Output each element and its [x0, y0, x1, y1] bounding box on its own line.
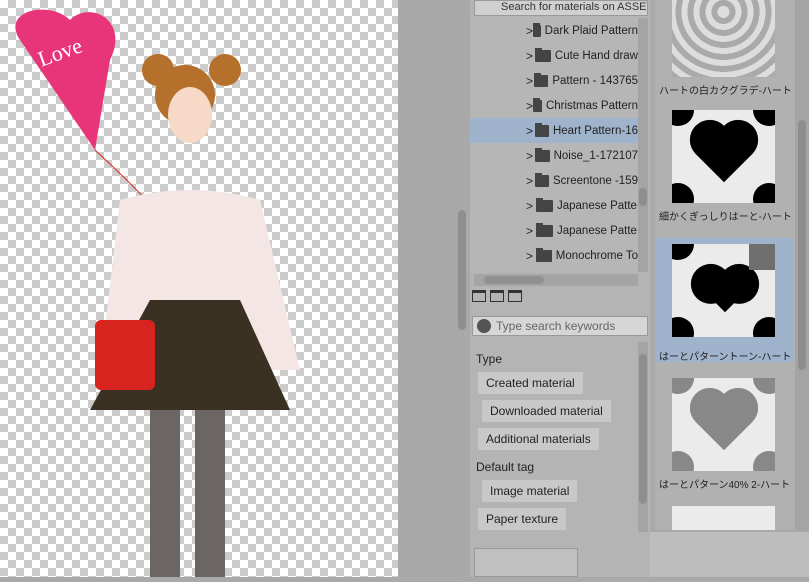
- material-thumbnail: [672, 110, 775, 203]
- material-panel: Search for materials on ASSETS > Dark Pla…: [470, 0, 650, 577]
- chevron-right-icon[interactable]: >: [526, 24, 533, 38]
- search-icon: [477, 319, 491, 333]
- folder-icon: [535, 47, 551, 62]
- chevron-right-icon[interactable]: >: [526, 149, 535, 163]
- tag-button[interactable]: Downloaded material: [482, 400, 611, 422]
- chevron-right-icon[interactable]: >: [526, 199, 536, 213]
- material-item[interactable]: [655, 506, 793, 530]
- folder-icon: [536, 197, 553, 212]
- material-thumbnail: [672, 378, 775, 471]
- chevron-right-icon[interactable]: >: [526, 249, 536, 263]
- material-caption: はーとパターン40% 2-ハートのトーン: [659, 480, 791, 491]
- tree-item[interactable]: > Japanese Patte: [470, 218, 638, 243]
- delete-folder-icon[interactable]: [490, 290, 504, 302]
- folder-icon: [534, 72, 549, 87]
- material-item[interactable]: 細かくぎっしりはーと-ハートのトーン: [655, 110, 793, 234]
- folder-icon: [533, 22, 541, 37]
- panel-footer: [650, 532, 809, 577]
- preview-box: [474, 548, 578, 577]
- chevron-right-icon[interactable]: >: [526, 99, 533, 113]
- drawing-canvas[interactable]: Love: [0, 0, 398, 577]
- tree-item[interactable]: > Pattern - 143765: [470, 68, 638, 93]
- material-search-bar[interactable]: Search for materials on ASSETS: [474, 0, 648, 16]
- chevron-right-icon[interactable]: >: [526, 224, 536, 238]
- edit-folder-icon[interactable]: [508, 290, 522, 302]
- folder-icon: [535, 247, 552, 262]
- material-thumbnail: [672, 244, 775, 337]
- folder-icon: [536, 222, 553, 237]
- material-thumbnail: [672, 0, 775, 77]
- tree-item[interactable]: > Cute Hand draw: [470, 43, 638, 68]
- tree-vertical-scrollbar[interactable]: [638, 18, 648, 272]
- tree-item[interactable]: > Japanese Patte: [470, 193, 638, 218]
- material-item[interactable]: はーとパターン40% 2-ハートのトーン: [655, 378, 793, 502]
- folder-icon: [534, 172, 549, 187]
- material-caption: ハートの白カクグラデ-ハートのトーン: [659, 86, 791, 97]
- tree-item[interactable]: > Christmas Pattern: [470, 93, 638, 118]
- material-caption: 細かくぎっしりはーと-ハートのトーン: [659, 212, 791, 223]
- material-caption: はーとパターントーン-ハートのトーン: [659, 352, 791, 363]
- material-thumbnail-list: ハートの白カクグラデ-ハートのトーン 細かくぎっしりはーと-ハートのトーン はー…: [655, 0, 795, 530]
- material-folder-tree: > Dark Plaid Pattern > Cute Hand draw > Pat…: [470, 18, 638, 272]
- new-folder-icon[interactable]: [472, 290, 486, 302]
- material-thumbnail: [672, 506, 775, 530]
- material-item[interactable]: ハートの白カクグラデ-ハートのトーン: [655, 0, 793, 108]
- chevron-right-icon[interactable]: >: [526, 174, 535, 188]
- material-item-selected[interactable]: はーとパターントーン-ハートのトーン: [655, 238, 793, 363]
- folder-icon: [533, 97, 542, 112]
- folder-icon: [534, 147, 550, 162]
- keyword-search-input[interactable]: Type search keywords: [472, 316, 648, 336]
- folder-icon: [534, 122, 549, 137]
- chevron-right-icon[interactable]: >: [526, 124, 535, 138]
- tree-item[interactable]: > Noise_1-172107: [470, 143, 638, 168]
- chevron-right-icon[interactable]: >: [526, 49, 535, 63]
- red-bag: [95, 320, 155, 390]
- tree-item-selected[interactable]: > Heart Pattern-16: [470, 118, 638, 143]
- tag-heading-default: Default tag: [476, 460, 535, 474]
- tree-item[interactable]: > Screentone -159: [470, 168, 638, 193]
- character-illustration: Love: [15, 9, 300, 577]
- tree-horizontal-scrollbar[interactable]: [474, 274, 638, 286]
- tag-heading-type: Type: [476, 352, 503, 366]
- tag-button[interactable]: Additional materials: [478, 428, 599, 450]
- canvas-scrollbar[interactable]: [458, 210, 466, 330]
- open-external-icon[interactable]: [749, 244, 775, 270]
- tree-item[interactable]: > Dark Plaid Pattern: [470, 18, 638, 43]
- tag-button[interactable]: Image material: [482, 480, 578, 502]
- thumbnail-scrollbar[interactable]: [795, 0, 809, 530]
- tag-list: Type Created material Downloaded materia…: [470, 342, 638, 577]
- chevron-right-icon[interactable]: >: [526, 74, 534, 88]
- tree-toolbar: [472, 290, 522, 302]
- canvas-margin: [398, 0, 458, 577]
- tag-button[interactable]: Paper texture: [478, 508, 567, 530]
- tag-button[interactable]: Created material: [478, 372, 583, 394]
- tag-scrollbar[interactable]: [638, 342, 648, 532]
- tree-item[interactable]: > Monochrome To: [470, 243, 638, 268]
- heart-balloon: [15, 9, 116, 150]
